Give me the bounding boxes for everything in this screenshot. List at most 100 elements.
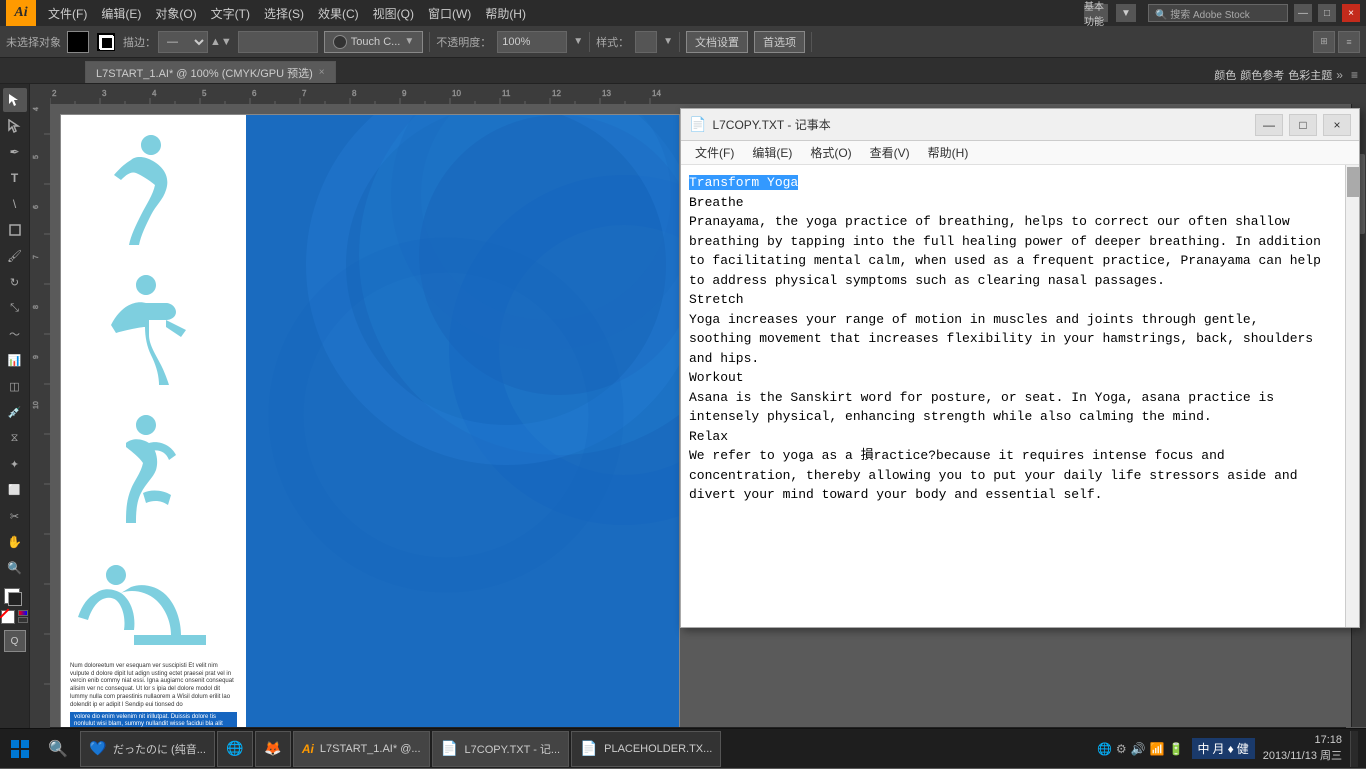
np-menu-format[interactable]: 格式(O) xyxy=(802,142,859,163)
menu-help[interactable]: 帮助(H) xyxy=(479,3,532,24)
taskbar-app-illustrator[interactable]: Ai L7START_1.AI* @... xyxy=(293,731,430,767)
rect-tool[interactable] xyxy=(3,218,27,242)
menu-effect[interactable]: 效果(C) xyxy=(312,3,365,24)
taskbar-app-edge[interactable]: 🌐 xyxy=(217,731,253,767)
svg-text:9: 9 xyxy=(402,89,407,98)
select-tool[interactable] xyxy=(3,88,27,112)
np-menu-help[interactable]: 帮助(H) xyxy=(920,142,977,163)
taskbar-app-placeholder[interactable]: 📄 PLACEHOLDER.TX... xyxy=(571,731,721,767)
document-tab[interactable]: L7START_1.AI* @ 100% (CMYK/GPU 预选) × xyxy=(85,61,336,83)
zoom-tool[interactable]: 🔍 xyxy=(3,556,27,580)
touch-button[interactable]: Touch C... ▼ xyxy=(324,31,423,53)
svg-text:6: 6 xyxy=(33,205,40,209)
taskbar-app-notepad[interactable]: 📄 L7COPY.TXT - 记... xyxy=(432,731,570,767)
menu-window[interactable]: 窗口(W) xyxy=(422,3,477,24)
notepad-scrollbar[interactable] xyxy=(1345,165,1359,627)
panel-expand[interactable]: » xyxy=(1336,68,1343,82)
more-options-icon[interactable]: ≡ xyxy=(1338,31,1360,53)
brush-tool[interactable]: 🖌 xyxy=(3,244,27,268)
doc-setup-button[interactable]: 文档设置 xyxy=(686,31,748,53)
taskbar-search[interactable]: 🔍 xyxy=(40,731,76,767)
svg-text:14: 14 xyxy=(652,89,661,98)
gradient-tool[interactable]: ◫ xyxy=(3,374,27,398)
artboard-tool[interactable]: ⬜ xyxy=(3,478,27,502)
tray-icon-2[interactable]: ⚙ xyxy=(1116,742,1127,756)
panel-menu[interactable]: ≡ xyxy=(1351,68,1358,82)
window-close[interactable]: × xyxy=(1342,4,1360,22)
rotate-tool[interactable]: ↻ xyxy=(3,270,27,294)
workspace-selector[interactable]: 基本功能 xyxy=(1084,4,1108,22)
direct-select-tool[interactable] xyxy=(3,114,27,138)
panel-theme[interactable]: 色彩主题 xyxy=(1288,67,1332,83)
arrange-icon[interactable]: ⊞ xyxy=(1313,31,1335,53)
opacity-input[interactable] xyxy=(497,31,567,53)
hand-tool[interactable]: ✋ xyxy=(3,530,27,554)
menu-file[interactable]: 文件(F) xyxy=(42,3,93,24)
symbol-tool[interactable]: ✦ xyxy=(3,452,27,476)
tray-icon-5[interactable]: 🔋 xyxy=(1169,742,1184,756)
slice-tool[interactable]: ✂ xyxy=(3,504,27,528)
notepad-minimize[interactable]: — xyxy=(1255,114,1283,136)
stroke-control[interactable] xyxy=(95,31,117,53)
ime-char-4: 健 xyxy=(1237,740,1249,757)
pen-tool[interactable]: ✒ xyxy=(3,140,27,164)
tray-icon-3[interactable]: 🔊 xyxy=(1131,742,1146,756)
window-restore[interactable]: □ xyxy=(1318,4,1336,22)
clock[interactable]: 17:18 2013/11/13 周三 xyxy=(1263,733,1342,764)
white-swatch[interactable] xyxy=(1,610,15,624)
notepad-window: 📄 L7COPY.TXT - 记事本 — □ × 文件(F) 编辑(E) 格式(… xyxy=(680,108,1360,628)
stock-search[interactable]: 🔍 搜索 Adobe Stock xyxy=(1148,4,1288,22)
warp-tool[interactable]: 〜 xyxy=(3,322,27,346)
stroke-select[interactable]: — xyxy=(158,31,208,53)
stroke-label: 描边： xyxy=(123,34,156,50)
notepad-content[interactable]: Transform Yoga Breathe Pranayama, the yo… xyxy=(681,165,1345,627)
menu-view[interactable]: 视图(Q) xyxy=(367,3,420,24)
svg-text:6: 6 xyxy=(252,89,257,98)
menu-text[interactable]: 文字(T) xyxy=(205,3,256,24)
divider3 xyxy=(679,32,680,52)
tray-icon-4[interactable]: 📶 xyxy=(1150,742,1165,756)
panel-color[interactable]: 颜色 xyxy=(1214,67,1236,83)
stroke-section: 描边： — ▲▼ xyxy=(123,31,232,53)
notepad-text: Breathe Pranayama, the yoga practice of … xyxy=(689,195,1321,503)
preferences-button[interactable]: 首选项 xyxy=(754,31,805,53)
graph-tool[interactable]: 📊 xyxy=(3,348,27,372)
scale-tool[interactable]: ⤡ xyxy=(3,296,27,320)
tab-close[interactable]: × xyxy=(319,67,325,78)
taskbar-app-firefox[interactable]: 🦊 xyxy=(255,731,291,767)
fill-color[interactable] xyxy=(67,31,89,53)
ime-char-3: ♦ xyxy=(1228,742,1234,756)
workspace-dropdown[interactable]: ▼ xyxy=(1116,4,1136,22)
taskbar-app-music[interactable]: 💙 だったのに (纯音... xyxy=(80,731,215,767)
menu-edit[interactable]: 编辑(E) xyxy=(95,3,147,24)
blend-tool[interactable]: ⧖ xyxy=(3,426,27,450)
menu-object[interactable]: 对象(O) xyxy=(149,3,202,24)
system-tray: 🌐 ⚙ 🔊 📶 🔋 xyxy=(1097,742,1184,756)
menu-select[interactable]: 选择(S) xyxy=(258,3,310,24)
quick-actions[interactable]: Q xyxy=(4,630,26,652)
np-menu-file[interactable]: 文件(F) xyxy=(687,142,742,163)
np-menu-edit[interactable]: 编辑(E) xyxy=(744,142,800,163)
gradient-icon[interactable] xyxy=(18,610,28,616)
svg-text:4: 4 xyxy=(152,89,157,98)
show-desktop[interactable] xyxy=(1350,731,1358,767)
notepad-maximize[interactable]: □ xyxy=(1289,114,1317,136)
none-swatch[interactable] xyxy=(1,610,28,624)
notepad-body: Transform Yoga Breathe Pranayama, the yo… xyxy=(681,165,1359,627)
line-tool[interactable]: \ xyxy=(3,192,27,216)
notepad-scroll-thumb[interactable] xyxy=(1347,167,1359,197)
taskbar-app-notepad-label: L7COPY.TXT - 记... xyxy=(465,741,561,757)
style-dropdown-icon: ▼ xyxy=(663,36,673,47)
fill-stroke-control[interactable] xyxy=(4,588,26,608)
tray-icon-1[interactable]: 🌐 xyxy=(1097,742,1112,756)
panel-colref[interactable]: 颜色参考 xyxy=(1240,67,1284,83)
ime-indicator[interactable]: 中 月 ♦ 健 xyxy=(1192,738,1255,759)
divider1 xyxy=(429,32,430,52)
type-tool[interactable]: T xyxy=(3,166,27,190)
start-button[interactable] xyxy=(0,729,40,769)
eyedropper-tool[interactable]: 💉 xyxy=(3,400,27,424)
window-minimize[interactable]: — xyxy=(1294,4,1312,22)
none-icon[interactable] xyxy=(18,617,28,623)
np-menu-view[interactable]: 查看(V) xyxy=(862,142,918,163)
notepad-close[interactable]: × xyxy=(1323,114,1351,136)
